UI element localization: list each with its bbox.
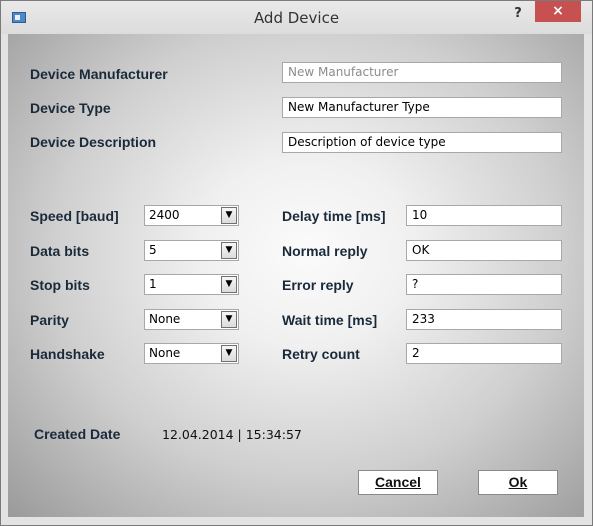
speed-value: 2400 (149, 208, 180, 222)
data-bits-value: 5 (149, 243, 157, 257)
retry-count-input[interactable]: 2 (406, 343, 562, 364)
handshake-label: Handshake (30, 346, 105, 362)
created-date-label: Created Date (34, 426, 121, 442)
device-description-input[interactable]: Description of device type (282, 132, 562, 153)
parity-value: None (149, 312, 181, 326)
speed-label: Speed [baud] (30, 208, 119, 224)
device-type-input[interactable]: New Manufacturer Type (282, 97, 562, 118)
window-title: Add Device (253, 9, 340, 27)
device-description-label: Device Description (30, 134, 157, 150)
device-type-label: Device Type (30, 100, 111, 116)
add-device-dialog: Add Device ? × Device Manufacturer New M… (0, 0, 593, 526)
data-bits-select[interactable]: 5 ▼ (144, 240, 239, 261)
delay-time-input[interactable]: 10 (406, 205, 562, 226)
error-reply-input[interactable]: ? (406, 274, 562, 295)
wait-time-input[interactable]: 233 (406, 309, 562, 330)
chevron-down-icon[interactable]: ▼ (221, 207, 237, 224)
chevron-down-icon[interactable]: ▼ (221, 276, 237, 293)
handshake-select[interactable]: None ▼ (144, 343, 239, 364)
chevron-down-icon[interactable]: ▼ (221, 345, 237, 362)
data-bits-label: Data bits (30, 243, 90, 259)
parity-label: Parity (30, 312, 69, 328)
help-button[interactable]: ? (506, 5, 530, 25)
error-reply-label: Error reply (282, 277, 354, 293)
wait-time-label: Wait time [ms] (282, 312, 378, 328)
speed-select[interactable]: 2400 ▼ (144, 205, 239, 226)
handshake-value: None (149, 346, 181, 360)
dialog-body: Device Manufacturer New Manufacturer Dev… (8, 34, 584, 517)
manufacturer-input[interactable]: New Manufacturer (282, 62, 562, 83)
cancel-button[interactable]: Cancel (358, 470, 438, 495)
stop-bits-value: 1 (149, 277, 157, 291)
normal-reply-input[interactable]: OK (406, 240, 562, 261)
title-bar: Add Device ? × (1, 1, 592, 34)
chevron-down-icon[interactable]: ▼ (221, 242, 237, 259)
manufacturer-label: Device Manufacturer (30, 66, 168, 82)
stop-bits-select[interactable]: 1 ▼ (144, 274, 239, 295)
stop-bits-label: Stop bits (30, 277, 90, 293)
created-date-value: 12.04.2014 | 15:34:57 (162, 427, 302, 442)
delay-time-label: Delay time [ms] (282, 208, 386, 224)
close-button[interactable]: × (535, 1, 581, 22)
ok-button[interactable]: Ok (478, 470, 558, 495)
chevron-down-icon[interactable]: ▼ (221, 311, 237, 328)
parity-select[interactable]: None ▼ (144, 309, 239, 330)
normal-reply-label: Normal reply (282, 243, 368, 259)
retry-count-label: Retry count (282, 346, 360, 362)
